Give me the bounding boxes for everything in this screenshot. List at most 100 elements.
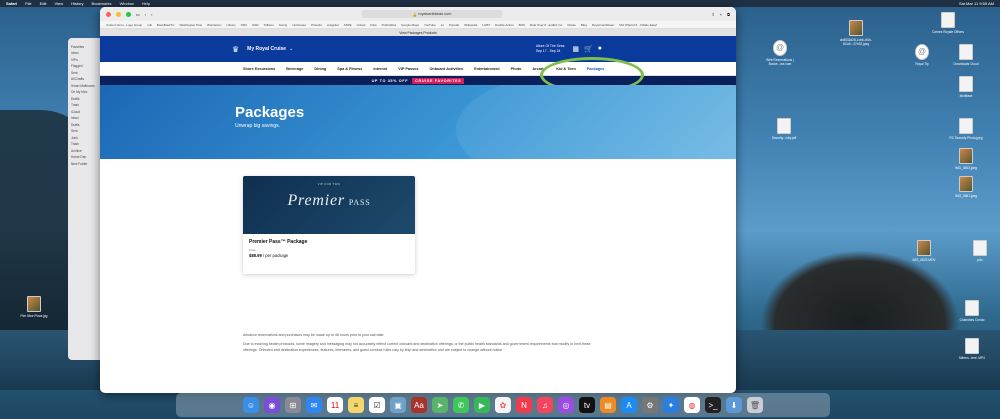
bookmark-item[interactable]: Google Maps <box>401 23 419 27</box>
bookmark-item[interactable]: Trillions <box>263 23 273 27</box>
desktop-icon-photo-file[interactable]: cb8532d28-1cb6-4f1b-8Ca5...37b32.jpeg <box>836 20 876 46</box>
preview-icon[interactable]: ▣ <box>390 397 406 413</box>
terminal-icon[interactable]: >_ <box>705 397 721 413</box>
chrome-icon[interactable]: ◍ <box>684 397 700 413</box>
bookmark-item[interactable]: ASPE <box>344 23 352 27</box>
menu-clock[interactable]: Sat Mar 11 9:55 AM <box>959 1 994 6</box>
mail-icon[interactable]: ✉ <box>306 397 322 413</box>
desktop-icon-pdx[interactable]: pdx <box>960 240 1000 262</box>
bookmark-item[interactable]: Wikipedia <box>464 23 477 27</box>
browser-tab[interactable]: View Packages Products <box>100 29 736 36</box>
nav-dining[interactable]: Dining <box>314 67 326 71</box>
chat-icon[interactable]: ● <box>598 45 602 53</box>
bookmark-item[interactable]: ORC <box>241 23 248 27</box>
bookmark-item[interactable]: ESR <box>252 23 258 27</box>
bookmark-item[interactable]: sn <box>441 23 444 27</box>
downloads-icon[interactable]: ⬇ <box>726 397 742 413</box>
desktop-icon-cornes-royale[interactable]: Cornes Royale Offices <box>928 12 968 34</box>
tv-icon[interactable]: tv <box>579 397 595 413</box>
notes-icon[interactable]: ≡ <box>348 397 364 413</box>
desktop-icon-img-0822[interactable]: IMG_0822.MOV <box>904 240 944 262</box>
books-icon[interactable]: ▤ <box>600 397 616 413</box>
bookmark-item[interactable]: Pinterlin <box>311 23 322 27</box>
close-window-button[interactable] <box>106 11 111 17</box>
nav-vip-passes[interactable]: VIP Passes <box>398 67 418 71</box>
calendar-icon[interactable]: ▦ <box>572 45 579 53</box>
bookmark-item[interactable]: null <box>147 23 152 27</box>
bookmark-item[interactable]: MH Offer/of 6...I Made Easy! <box>619 23 657 27</box>
back-icon[interactable]: ‹ <box>145 12 146 17</box>
dictionary-icon[interactable]: Aa <box>411 397 427 413</box>
messages-icon[interactable]: ✆ <box>453 397 469 413</box>
podcasts-icon[interactable]: ◎ <box>558 397 574 413</box>
share-icon[interactable]: ⇪ <box>711 12 714 17</box>
bookmark-item[interactable]: BookBookTiv <box>157 23 175 27</box>
menu-help[interactable]: Help <box>142 1 150 6</box>
desktop-icon-rc-security[interactable]: RC Security Photo.jpeg <box>946 118 986 140</box>
nav-entertainment[interactable]: Entertainment <box>474 67 500 71</box>
nav-shore-excursions[interactable]: Shore Excursions <box>243 67 275 71</box>
system-settings-icon[interactable]: ⚙ <box>642 397 658 413</box>
desktop-icon-multiface[interactable]: Multiface <box>946 76 986 98</box>
menu-history[interactable]: History <box>71 1 83 6</box>
zoom-window-button[interactable] <box>126 11 131 17</box>
bookmark-item[interactable]: Popular <box>449 23 459 27</box>
menu-file[interactable]: File <box>25 1 31 6</box>
desktop-icon-web-reservations[interactable]: @ Web Reservations | Booke...ise.com <box>760 40 800 66</box>
bookmark-item[interactable]: YouTube <box>424 23 436 27</box>
bookmark-item[interactable]: Royal Caribbean <box>592 23 614 27</box>
bookmark-item[interactable]: Wunderfox <box>207 23 221 27</box>
bookmark-item[interactable]: Giving <box>279 23 288 27</box>
desktop-icon-downloads-cloud[interactable]: Downloads Cloud <box>946 44 986 66</box>
bookmark-item[interactable]: United <box>357 23 366 27</box>
desktop-icon-img-0681[interactable]: IMG_0681.jpeg <box>946 176 986 198</box>
cart-icon[interactable]: 🛒 <box>584 45 593 53</box>
bookmark-item[interactable]: BOS <box>519 23 525 27</box>
launchpad-icon[interactable]: ⊞ <box>285 397 301 413</box>
address-bar[interactable]: 🔒 royalcaribbean.com <box>361 10 502 18</box>
forward-icon[interactable]: › <box>151 12 152 17</box>
bookmark-item[interactable]: Blog <box>581 23 587 27</box>
finder-icon[interactable]: ☺ <box>243 397 259 413</box>
chevron-down-icon[interactable]: ⌄ <box>289 46 293 52</box>
menu-bookmarks[interactable]: Bookmarks <box>92 1 112 6</box>
photos-icon[interactable]: ✿ <box>495 397 511 413</box>
bookmark-item[interactable]: Double Action <box>495 23 514 27</box>
my-cruise-link[interactable]: My Royal Cruise <box>247 46 286 52</box>
nav-onboard-activities[interactable]: Onboard Activities <box>429 67 463 71</box>
royal-caribbean-crown-icon[interactable]: ♛ <box>232 45 239 54</box>
bookmark-item[interactable]: Rule Over #...andhiz Inc <box>530 23 562 27</box>
calendar-icon[interactable]: 11 <box>327 397 343 413</box>
siri-icon[interactable]: ◉ <box>264 397 280 413</box>
desktop-icon-security-pdf[interactable]: Security...ivity.pdf <box>764 118 804 140</box>
desktop-icon-royal-tip[interactable]: @ Royal Tip <box>902 44 942 66</box>
nav-beverage[interactable]: Beverage <box>286 67 303 71</box>
new-tab-icon[interactable]: + <box>720 12 722 17</box>
bookmark-item[interactable]: Washington Post <box>179 23 202 27</box>
music-icon[interactable]: ♫ <box>537 397 553 413</box>
desktop-icon-pizza[interactable]: Pier Nine Pizza.jpg <box>14 296 54 318</box>
ship-info[interactable]: Allure Of The Seas Sep 17 - Sep 24 <box>536 44 565 54</box>
desktop-icon-charlottes-condo[interactable]: Charlottes Condo <box>952 300 992 322</box>
tab-overview-icon[interactable]: ⧉ <box>727 12 730 17</box>
menu-view[interactable]: View <box>54 1 63 6</box>
maps-icon[interactable]: ➤ <box>432 397 448 413</box>
desktop-icon-img-0803[interactable]: IMG_0803.jpeg <box>946 148 986 170</box>
nav-spa-fitness[interactable]: Spa & Fitness <box>337 67 362 71</box>
bookmark-item[interactable]: ProPublica <box>382 23 397 27</box>
trash-icon[interactable]: 🗑 <box>747 397 763 413</box>
menu-window[interactable]: Window <box>120 1 134 6</box>
package-card[interactable]: VIP FOR TWO Premier PASS Premier Pass™ P… <box>243 176 415 274</box>
minimize-window-button[interactable] <box>116 11 121 17</box>
sidebar-toggle-icon[interactable]: ▭ <box>136 12 140 17</box>
bookmark-item[interactable]: Upshooter <box>292 23 306 27</box>
news-icon[interactable]: N <box>516 397 532 413</box>
menu-app-name[interactable]: Safari <box>6 1 17 6</box>
bookmark-item[interactable]: Custom Grou...Logo Group <box>106 23 142 27</box>
bookmark-item[interactable]: Library <box>226 23 235 27</box>
menu-edit[interactable]: Edit <box>40 1 47 6</box>
bookmark-item[interactable]: craigslist <box>327 23 339 27</box>
safari-icon[interactable]: ✦ <box>663 397 679 413</box>
nav-photo[interactable]: Photo <box>511 67 522 71</box>
bookmark-item[interactable]: Files <box>370 23 376 27</box>
